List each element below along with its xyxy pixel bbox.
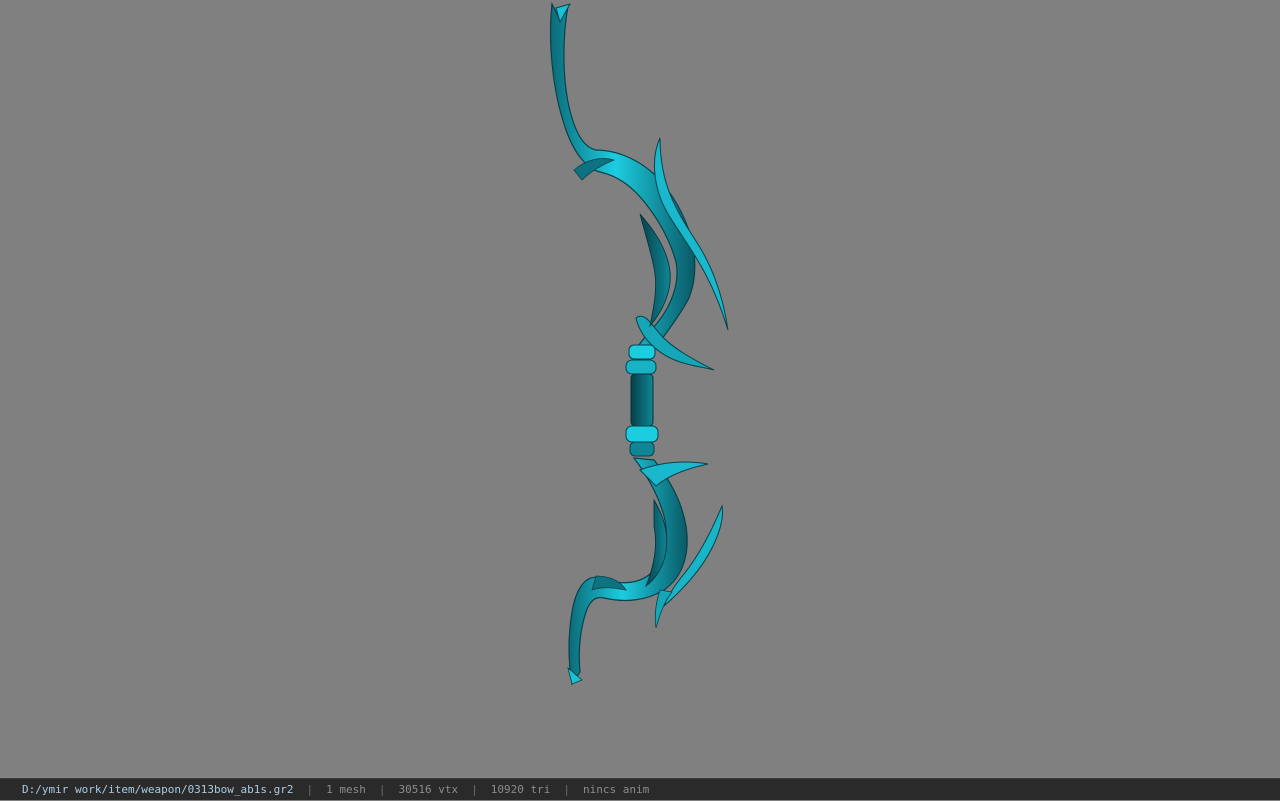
status-triangle-count: 10920 tri [490, 782, 551, 796]
bow-grip [625, 344, 659, 457]
status-file-path: D:/ymir work/item/weapon/0313bow_ab1s.gr… [22, 782, 294, 796]
bow-upper-limb [549, 1, 729, 371]
3d-viewport[interactable] [0, 0, 1280, 778]
bow-lower-limb [567, 457, 723, 686]
status-vertex-count: 30516 vtx [398, 782, 459, 796]
status-bar: D:/ymir work/item/weapon/0313bow_ab1s.gr… [0, 778, 1280, 800]
status-separator: | [471, 782, 478, 796]
status-separator: | [306, 782, 314, 796]
bow-model[interactable] [0, 0, 1280, 778]
status-mesh-count: 1 mesh [326, 782, 366, 796]
status-separator: | [378, 782, 386, 796]
status-animation: nincs anim [583, 782, 650, 796]
status-separator: | [563, 782, 570, 796]
